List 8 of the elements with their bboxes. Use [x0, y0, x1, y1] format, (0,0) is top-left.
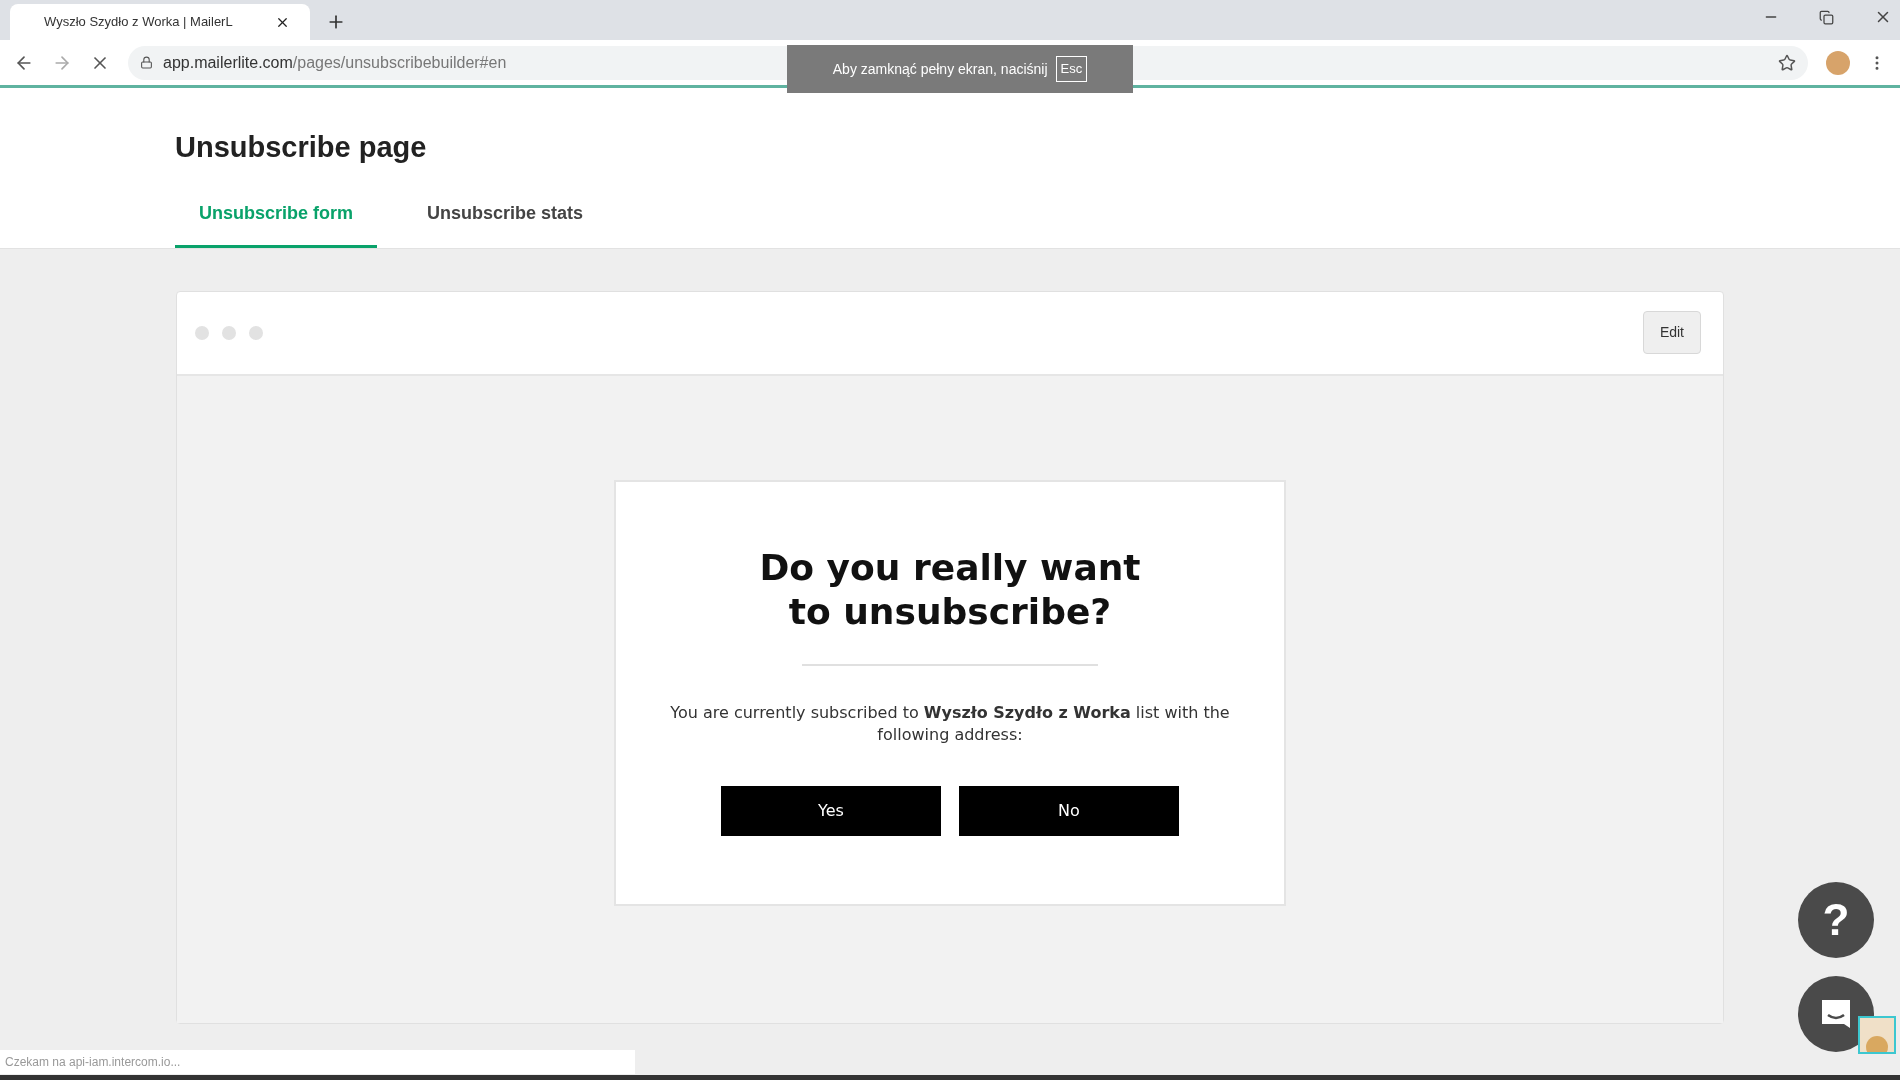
dialog-heading: Do you really want to unsubscribe? [758, 546, 1142, 635]
esc-key: Esc [1055, 56, 1088, 82]
url-text: app.mailerlite.com/pages/unsubscribebuilder#en [163, 52, 507, 73]
status-text: Czekam na api-iam.intercom.io... [5, 1054, 181, 1071]
dialog-message: You are currently subscribed to Wyszło Szydło z Worka list with the following address: [670, 702, 1230, 747]
tab-title: Wyszło Szydło z Worka | MailerL [43, 13, 234, 32]
page-title: Unsubscribe page [175, 130, 428, 165]
notice-text: Aby zamknąć pełny ekran, naciśnij [832, 59, 1048, 79]
